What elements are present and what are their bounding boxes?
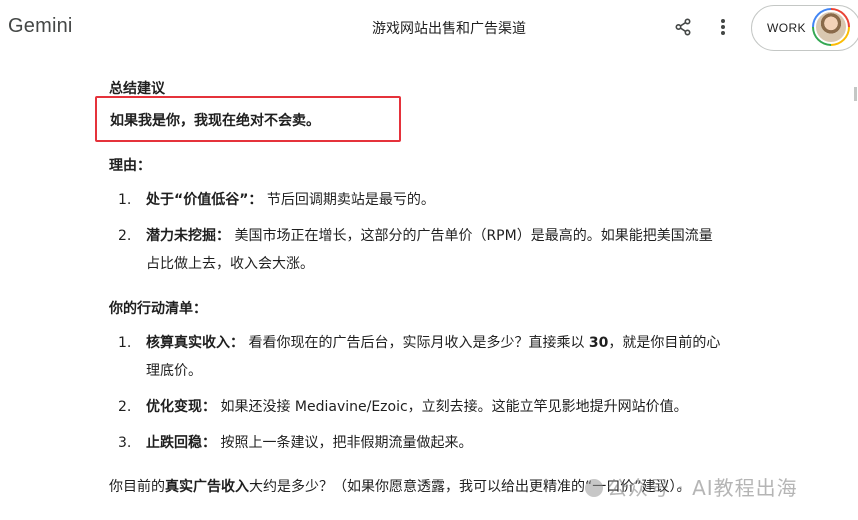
- list-text-continued: 占比做上去，收入会大涨。: [146, 256, 314, 272]
- wechat-icon: [585, 479, 603, 497]
- highlight-text: 如果我是你，我现在绝对不会卖。: [110, 113, 320, 129]
- list-number: 3.: [118, 435, 132, 451]
- list-body: 如果还没接 Mediavine/Ezoic，立刻去接。这能立竿见影地提升网站价值…: [216, 399, 688, 415]
- avatar-image: [814, 10, 848, 44]
- watermark: 公众号 · AI教程出海: [585, 472, 798, 501]
- share-button[interactable]: [670, 14, 696, 40]
- reasons-heading: 理由：: [109, 158, 151, 174]
- scrollbar-thumb[interactable]: [854, 87, 857, 101]
- list-body: 美国市场正在增长，这部分的广告单价（RPM）是最高的。如果能把美国流量: [230, 228, 713, 244]
- list-number: 2.: [118, 228, 132, 244]
- list-number: 2.: [118, 399, 132, 415]
- share-icon: [675, 18, 691, 36]
- watermark-text: 公众号 · AI教程出海: [607, 476, 798, 500]
- list-item: 1. 核算真实收入： 看看你现在的广告后台，实际月收入是多少？直接乘以 30，就…: [118, 329, 808, 385]
- list-text: 核算真实收入： 看看你现在的广告后台，实际月收入是多少？直接乘以 30，就是你目…: [146, 329, 806, 357]
- list-text: 止跌回稳： 按照上一条建议，把非假期流量做起来。: [146, 429, 806, 457]
- list-bold: 优化变现：: [146, 399, 216, 415]
- list-text: 处于“价值低谷”： 节后回调期卖站是最亏的。: [146, 186, 806, 214]
- list-body-tail: ，就是你目前的心: [608, 335, 721, 351]
- summary-heading: 总结建议: [109, 81, 165, 97]
- list-item: 2. 潜力未挖掘： 美国市场正在增长，这部分的广告单价（RPM）是最高的。如果能…: [118, 222, 808, 278]
- list-bold: 潜力未挖掘：: [146, 228, 230, 244]
- list-text: 潜力未挖掘： 美国市场正在增长，这部分的广告单价（RPM）是最高的。如果能把美国…: [146, 222, 806, 250]
- list-bold: 核算真实收入：: [146, 335, 244, 351]
- more-vert-icon: [721, 19, 725, 35]
- list-number: 1.: [118, 192, 132, 208]
- more-options-button[interactable]: [710, 14, 736, 40]
- list-item: 1. 处于“价值低谷”： 节后回调期卖站是最亏的。: [118, 186, 808, 214]
- workspace-label: WORK: [767, 21, 806, 35]
- list-body: 按照上一条建议，把非假期流量做起来。: [216, 435, 473, 451]
- closing-bold: 真实广告收入: [165, 479, 249, 495]
- list-body: 节后回调期卖站是最亏的。: [262, 192, 435, 208]
- list-text-continued: 理底价。: [146, 363, 202, 379]
- list-bold: 止跌回稳：: [146, 435, 216, 451]
- actions-heading: 你的行动清单：: [109, 301, 207, 317]
- top-bar: Gemini 游戏网站出售和广告渠道 WORK: [0, 0, 858, 101]
- closing-text-a: 你目前的: [109, 479, 165, 495]
- list-body: 看看你现在的广告后台，实际月收入是多少？直接乘以: [244, 335, 589, 351]
- list-number: 1.: [118, 335, 132, 351]
- list-item: 3. 止跌回稳： 按照上一条建议，把非假期流量做起来。: [118, 429, 808, 457]
- avatar[interactable]: [812, 8, 850, 46]
- list-item: 2. 优化变现： 如果还没接 Mediavine/Ezoic，立刻去接。这能立竿…: [118, 393, 808, 421]
- list-bold-number: 30: [588, 335, 609, 351]
- list-bold: 处于“价值低谷”：: [146, 192, 263, 208]
- list-text: 优化变现： 如果还没接 Mediavine/Ezoic，立刻去接。这能立竿见影地…: [146, 393, 806, 421]
